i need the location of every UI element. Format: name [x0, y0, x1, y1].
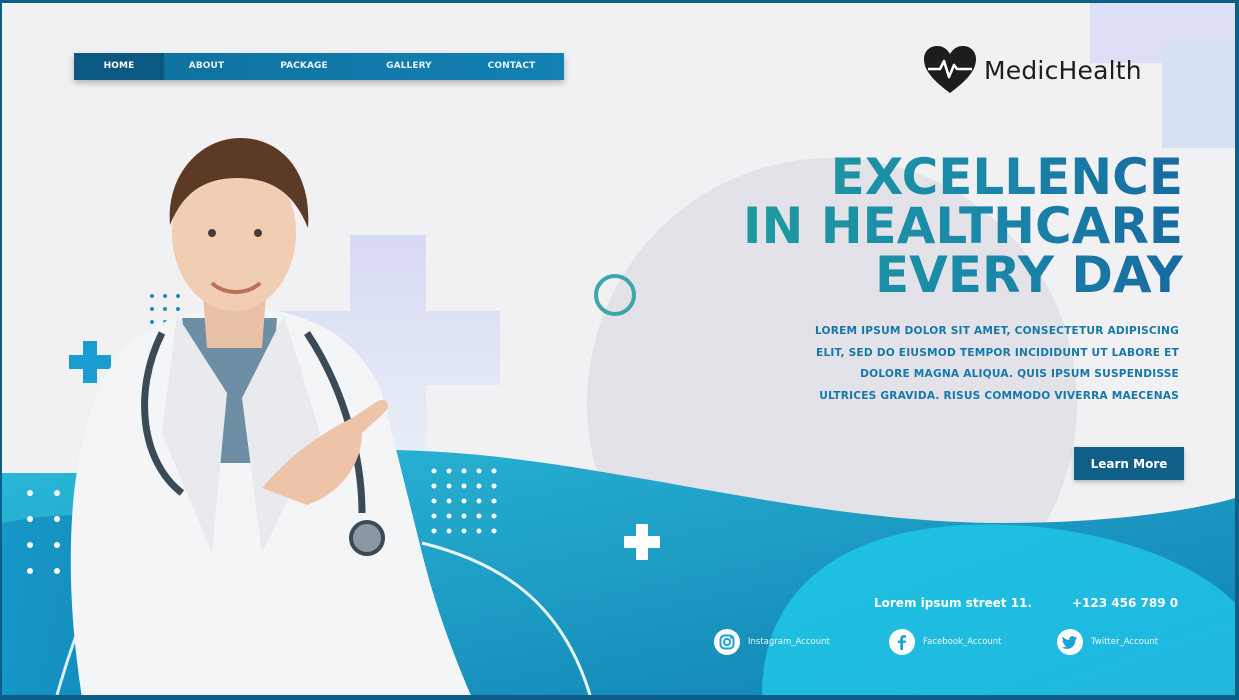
social-instagram[interactable]: Instagram_Account: [714, 629, 830, 655]
nav-package[interactable]: PACKAGE: [249, 53, 359, 80]
stethoscope-chestpiece: [349, 520, 385, 556]
twitter-icon: [1057, 629, 1083, 655]
description-line: ELIT, SED DO EIUSMOD TEMPOR INCIDIDUNT U…: [816, 346, 1179, 359]
headline-line-1: EXCELLENCE: [743, 152, 1183, 202]
heart-pulse-icon: [924, 46, 976, 93]
description-line: LOREM IPSUM DOLOR SIT AMET, CONSECTETUR …: [814, 325, 1179, 337]
headline-line-2: IN HEALTHCARE: [742, 197, 1183, 255]
hero-description: LOREM IPSUM DOLOR SIT AMET, CONSECTETUR …: [709, 321, 1179, 407]
social-twitter[interactable]: Twitter_Account: [1057, 629, 1158, 655]
nav-gallery[interactable]: GALLERY: [359, 53, 459, 80]
headline-line-3: EVERY DAY: [743, 250, 1183, 300]
landing-page: HOME ABOUT PACKAGE GALLERY CONTACT Medic…: [0, 0, 1239, 700]
page-frame: HOME ABOUT PACKAGE GALLERY CONTACT Medic…: [2, 3, 1235, 695]
social-label: Twitter_Account: [1091, 637, 1159, 647]
nav-home[interactable]: HOME: [74, 53, 164, 80]
facebook-icon: [889, 629, 915, 655]
nav-about[interactable]: ABOUT: [164, 53, 249, 80]
logo-text: MedicHealth: [984, 55, 1142, 85]
hero-headline: EXCELLENCE IN HEALTHCARE EVERY DAY: [742, 152, 1183, 300]
social-label: Facebook_Account: [923, 637, 1002, 647]
social-label: Instagram_Account: [748, 637, 830, 647]
learn-more-button[interactable]: Learn More: [1074, 447, 1184, 480]
doctor-photo: [70, 138, 471, 695]
description-line: ULTRICES GRAVIDA. RISUS COMMODO VIVERRA …: [819, 389, 1179, 402]
phone-text: +123 456 789 0: [1072, 596, 1179, 610]
description-line: DOLORE MAGNA ALIQUA. QUIS IPSUM SUSPENDI…: [860, 368, 1179, 380]
social-facebook[interactable]: Facebook_Account: [889, 629, 1002, 655]
address-text: Lorem ipsum street 11.: [874, 596, 1032, 610]
logo[interactable]: MedicHealth: [922, 45, 1142, 95]
nav-contact[interactable]: CONTACT: [459, 53, 564, 80]
main-nav: HOME ABOUT PACKAGE GALLERY CONTACT: [74, 53, 564, 80]
corner-square-right: [1162, 43, 1235, 148]
instagram-icon: [714, 629, 740, 655]
